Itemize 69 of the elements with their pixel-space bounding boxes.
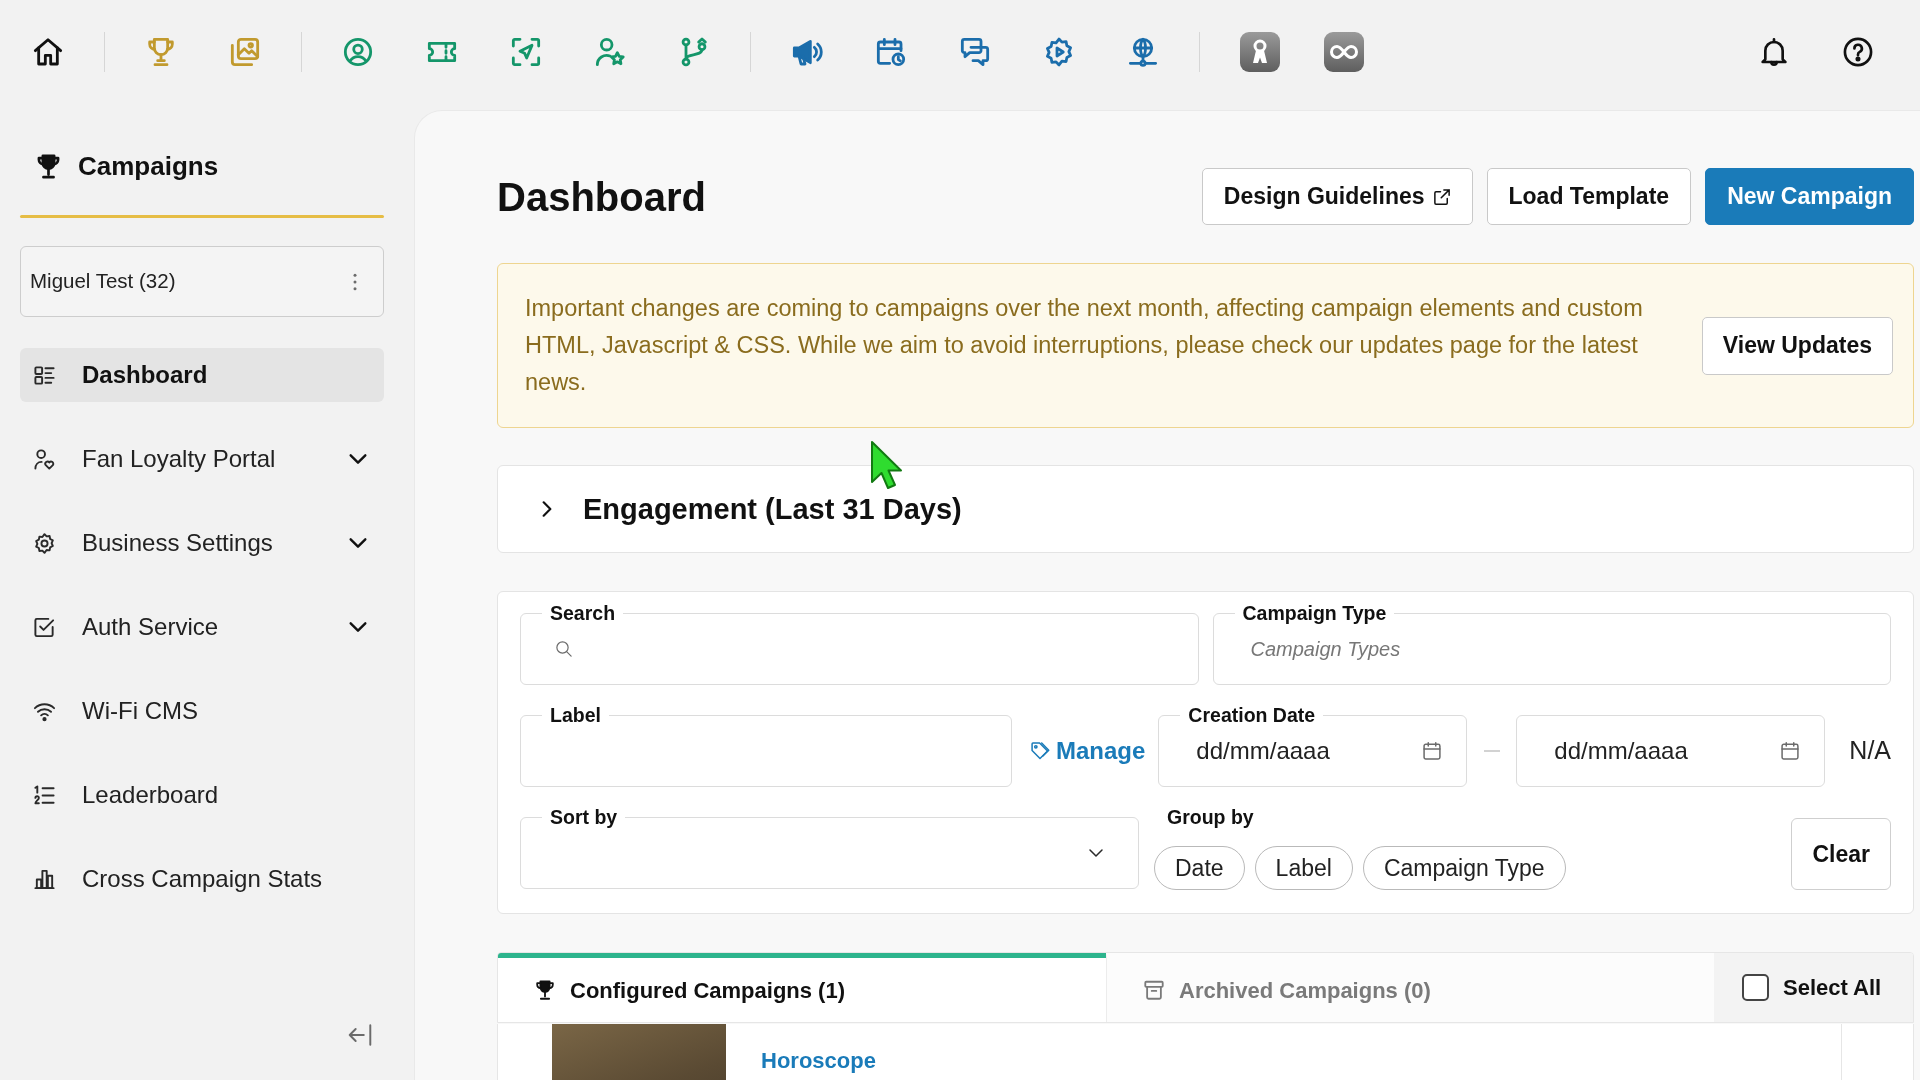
sidebar-item[interactable]: Fan Loyalty Portal: [20, 432, 384, 486]
sidebar-item[interactable]: Leaderboard: [20, 768, 384, 822]
sidebar-item-label: Dashboard: [82, 360, 209, 390]
group-by-label: Group by: [1167, 807, 1255, 827]
engagement-title: Engagement (Last 31 Days): [583, 491, 962, 527]
calendar-icon[interactable]: [1422, 741, 1443, 761]
field-label: Label: [542, 705, 609, 725]
manage-link[interactable]: Manage: [1030, 715, 1146, 787]
group-by-chip[interactable]: Date: [1154, 846, 1245, 890]
sidebar-item-label: Cross Campaign Stats: [82, 864, 324, 894]
account-name: Miguel Test (32): [30, 268, 176, 295]
sidebar-item-label: Auth Service: [82, 612, 220, 642]
sidebar-item[interactable]: Cross Campaign Stats: [20, 852, 384, 906]
sidebar-item[interactable]: Business Settings: [20, 516, 384, 570]
user-heart-icon: [33, 447, 56, 471]
infinity-tile-icon[interactable]: [1324, 32, 1364, 72]
checkbox-icon: [33, 615, 56, 639]
collapse-sidebar-icon[interactable]: [347, 1022, 373, 1048]
bell-icon[interactable]: [1758, 36, 1790, 68]
sidebar-item[interactable]: Auth Service: [20, 600, 384, 654]
badge-tile-icon[interactable]: [1240, 32, 1280, 72]
design-guidelines-button[interactable]: Design Guidelines: [1201, 168, 1473, 225]
date-range-text: N/A: [1849, 735, 1891, 767]
trophy-icon: [534, 979, 556, 1001]
search-icon: [555, 640, 573, 658]
dashboard-icon: [33, 363, 56, 387]
user-circle-icon[interactable]: [342, 36, 374, 68]
gear-play-icon[interactable]: [1043, 36, 1075, 68]
sidebar-item-label: Fan Loyalty Portal: [82, 444, 277, 474]
sidebar-item-label: Wi-Fi CMS: [82, 696, 199, 726]
campaign-name-link[interactable]: Horoscope: [761, 1044, 876, 1077]
clear-button[interactable]: Clear: [1791, 818, 1891, 890]
sidebar-item[interactable]: Dashboard: [20, 348, 384, 402]
account-selector[interactable]: Miguel Test (32): [20, 246, 384, 317]
home-icon[interactable]: [32, 36, 64, 68]
new-campaign-button[interactable]: New Campaign: [1705, 168, 1914, 225]
date-field[interactable]: dd/mm/aaaa: [1516, 715, 1826, 787]
notice-text: Important changes are coming to campaigns over the next month, affecting campaign elements and custom HTML, Javascript & CSS. While we aim to avoid interruptions, please check our updates page for the latest news.: [525, 294, 1644, 397]
globe-network-icon[interactable]: [1127, 36, 1159, 68]
chat-bubbles-icon[interactable]: [959, 36, 991, 68]
sidebar-title: Campaigns: [78, 149, 219, 183]
page-title: Dashboard: [497, 173, 706, 221]
load-template-button[interactable]: Load Template: [1486, 168, 1692, 225]
calendar-icon[interactable]: [1780, 741, 1801, 761]
calendar-clock-icon[interactable]: [875, 36, 907, 68]
tag-icon: [1030, 741, 1050, 761]
numbered-list-icon: [33, 783, 56, 807]
sidebar-item-label: Business Settings: [82, 528, 274, 558]
sidebar-item[interactable]: Wi-Fi CMS: [20, 684, 384, 738]
field-label: Search: [542, 603, 624, 623]
help-icon[interactable]: [1842, 36, 1874, 68]
select-all-checkbox[interactable]: [1742, 974, 1769, 1001]
select-all-label: Select All: [1783, 974, 1882, 1002]
cursor-icon: [870, 440, 903, 490]
trophy-icon: [35, 152, 62, 180]
archive-icon: [1143, 979, 1165, 1001]
bar-chart-icon: [33, 867, 56, 891]
scan-send-icon[interactable]: [510, 36, 542, 68]
view-updates-button[interactable]: View Updates: [1701, 316, 1893, 375]
group-by-chip[interactable]: Campaign Type: [1362, 846, 1566, 890]
field-label: Sort by: [542, 807, 626, 827]
field-label: Campaign Type: [1234, 603, 1395, 623]
field-label: Creation Date: [1180, 705, 1324, 725]
sidebar-item-label: Leaderboard: [82, 780, 220, 810]
gear-icon: [33, 531, 56, 555]
group-by-chip[interactable]: Label: [1254, 846, 1353, 890]
external-link-icon: [1432, 187, 1451, 206]
user-star-icon[interactable]: [594, 36, 626, 68]
engagement-panel[interactable]: Engagement (Last 31 Days): [497, 465, 1914, 553]
